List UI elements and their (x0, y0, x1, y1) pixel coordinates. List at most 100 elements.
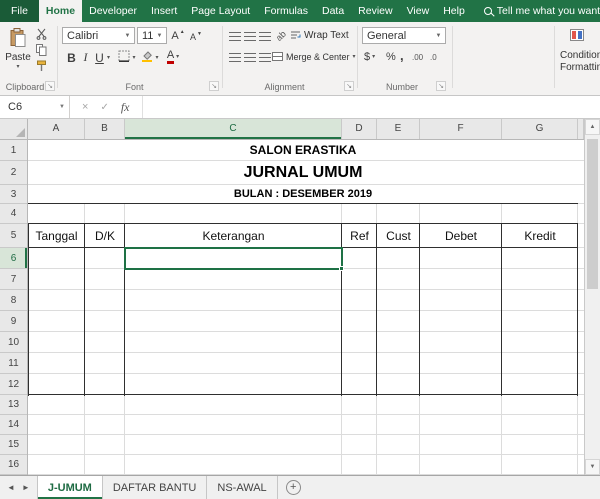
formula-input[interactable] (141, 96, 600, 118)
ribbon-tab-view[interactable]: View (400, 0, 437, 22)
row-header-7[interactable]: 7 (0, 269, 27, 290)
cell-grid[interactable]: SALON ERASTIKA JURNAL UMUM BULAN : DESEM… (28, 140, 584, 475)
shrink-font-button[interactable]: A ▼ (188, 29, 204, 44)
align-middle-button[interactable] (243, 30, 256, 42)
select-all-corner[interactable] (0, 119, 28, 140)
cell-title-jurnal[interactable]: JURNAL UMUM (28, 161, 578, 185)
column-header-e[interactable]: E (377, 119, 420, 139)
sheet-tab-daftar-bantu[interactable]: DAFTAR BANTU (103, 476, 208, 499)
table-header-kredit[interactable]: Kredit (502, 224, 578, 248)
align-right-button[interactable] (258, 51, 271, 63)
row-header-9[interactable]: 9 (0, 311, 27, 332)
ribbon-tab-developer[interactable]: Developer (82, 0, 144, 22)
font-family-select[interactable]: Calibri ▼ (62, 27, 135, 44)
align-bottom-button[interactable] (258, 30, 271, 42)
ribbon-tab-file[interactable]: File (0, 0, 39, 22)
font-size-select[interactable]: 11 ▼ (137, 27, 167, 44)
scrollbar-thumb[interactable] (587, 139, 598, 289)
align-left-button[interactable] (228, 51, 241, 63)
ribbon-tab-help[interactable]: Help (436, 0, 472, 22)
table-header-tanggal[interactable]: Tanggal (28, 224, 85, 248)
chevron-down-icon: ▼ (124, 32, 131, 39)
fill-color-button[interactable]: ▾ (140, 51, 160, 65)
underline-caret-icon[interactable]: ▾ (107, 55, 110, 61)
vertical-scrollbar[interactable]: ▲ ▼ (584, 119, 600, 475)
ribbon-tab-insert[interactable]: Insert (144, 0, 184, 22)
table-header-ref[interactable]: Ref (342, 224, 377, 248)
sheet-tab-j-umum[interactable]: J-UMUM (36, 476, 103, 499)
increase-decimal-button[interactable]: .00 (412, 50, 423, 64)
wrap-text-button[interactable]: Wrap Text (290, 29, 349, 42)
sheet-tab-ns-awal[interactable]: NS-AWAL (207, 476, 278, 499)
number-format-select[interactable]: General ▼ (362, 27, 446, 44)
ribbon-tab-formulas[interactable]: Formulas (257, 0, 315, 22)
ribbon-tab-review[interactable]: Review (351, 0, 399, 22)
row-header-2[interactable]: 2 (0, 161, 27, 185)
borders-button[interactable]: ▾ (117, 50, 137, 65)
decrease-decimal-button[interactable]: .0 (430, 50, 437, 64)
active-cell-selection[interactable] (124, 247, 344, 271)
sheet-nav-prev-icon[interactable]: ◄ (7, 483, 15, 492)
sheet-nav-next-icon[interactable]: ► (22, 483, 30, 492)
merge-center-button[interactable]: Merge & Center ▾ (272, 50, 356, 64)
align-top-button[interactable] (228, 30, 241, 42)
new-sheet-button[interactable]: + (285, 480, 301, 495)
number-dialog-launcher[interactable]: ↘ (436, 81, 446, 91)
paste-button[interactable]: Paste ▾ (4, 26, 32, 78)
insert-function-button[interactable]: fx (121, 100, 130, 115)
bold-button[interactable]: B (65, 49, 78, 66)
name-box[interactable]: C6 ▼ (0, 96, 70, 118)
cut-button[interactable] (34, 28, 48, 43)
column-header-f[interactable]: F (420, 119, 502, 139)
fill-handle[interactable] (339, 266, 344, 271)
copy-button[interactable] (34, 44, 48, 59)
row-header-5[interactable]: 5 (0, 224, 27, 248)
column-header-c[interactable]: C (125, 119, 342, 139)
orientation-button[interactable]: ab (271, 26, 289, 44)
italic-button[interactable]: I (80, 49, 91, 66)
column-header-a[interactable]: A (28, 119, 85, 139)
comma-style-button[interactable]: , (400, 48, 404, 63)
conditional-formatting-button[interactable]: Conditional Formatting (560, 28, 600, 74)
align-center-button[interactable] (243, 51, 256, 63)
alignment-dialog-launcher[interactable]: ↘ (344, 81, 354, 91)
format-painter-button[interactable] (34, 60, 48, 75)
row-header-15[interactable]: 15 (0, 435, 27, 455)
ribbon-tab-page-layout[interactable]: Page Layout (184, 0, 257, 22)
row-header-12[interactable]: 12 (0, 374, 27, 395)
row-header-6[interactable]: 6 (0, 248, 27, 269)
percent-style-button[interactable]: % (386, 50, 396, 64)
clipboard-dialog-launcher[interactable]: ↘ (45, 81, 55, 91)
row-header-16[interactable]: 16 (0, 455, 27, 475)
table-header-d-k[interactable]: D/K (85, 224, 125, 248)
ribbon-tab-home[interactable]: Home (38, 0, 83, 22)
row-header-13[interactable]: 13 (0, 395, 27, 415)
font-dialog-launcher[interactable]: ↘ (209, 81, 219, 91)
accounting-format-button[interactable]: $ ▾ (364, 50, 375, 64)
merge-center-icon (272, 48, 283, 66)
row-header-10[interactable]: 10 (0, 332, 27, 353)
font-color-button[interactable]: A ▾ (163, 49, 183, 65)
row-header-14[interactable]: 14 (0, 415, 27, 435)
row-header-1[interactable]: 1 (0, 140, 27, 161)
row-header-4[interactable]: 4 (0, 204, 27, 224)
table-header-debet[interactable]: Debet (420, 224, 502, 248)
column-header-g[interactable]: G (502, 119, 578, 139)
table-header-cust[interactable]: Cust (377, 224, 420, 248)
underline-button[interactable]: U (93, 49, 106, 66)
scroll-up-button[interactable]: ▲ (585, 119, 600, 135)
enter-button[interactable]: ✓ (100, 102, 108, 113)
ribbon-tab-data[interactable]: Data (315, 0, 351, 22)
column-header-b[interactable]: B (85, 119, 125, 139)
cell-title-bulan[interactable]: BULAN : DESEMBER 2019 (28, 185, 578, 204)
table-header-keterangan[interactable]: Keterangan (125, 224, 342, 248)
column-header-d[interactable]: D (342, 119, 377, 139)
row-header-8[interactable]: 8 (0, 290, 27, 311)
grow-font-button[interactable]: A ▲ (170, 28, 186, 43)
cell-title-salon[interactable]: SALON ERASTIKA (28, 140, 578, 161)
tell-me-search[interactable]: Tell me what you want to (483, 0, 600, 22)
cancel-button[interactable]: × (82, 101, 88, 113)
row-header-11[interactable]: 11 (0, 353, 27, 374)
row-header-3[interactable]: 3 (0, 185, 27, 204)
scroll-down-button[interactable]: ▼ (585, 459, 600, 475)
